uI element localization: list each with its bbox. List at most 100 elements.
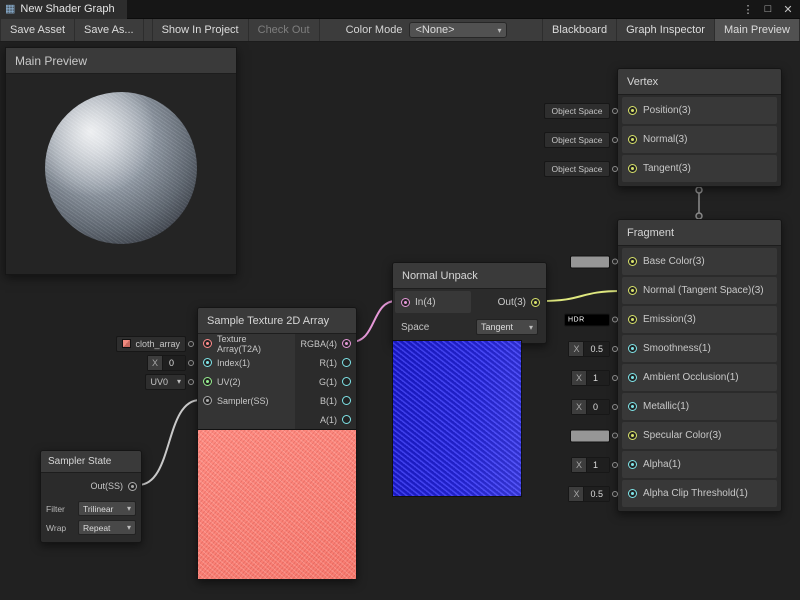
- smoothness-port[interactable]: [628, 344, 637, 353]
- a-row: A(1): [295, 410, 356, 429]
- check-out-button[interactable]: Check Out: [249, 19, 320, 41]
- fragment-row-alpha: Alpha(1) X1: [622, 451, 777, 478]
- emission-label: Emission(3): [643, 314, 696, 325]
- normal-port[interactable]: [628, 135, 637, 144]
- sample-texture-node-title[interactable]: Sample Texture 2D Array: [198, 308, 356, 334]
- fragment-node-title[interactable]: Fragment: [618, 220, 781, 246]
- chevron-down-icon: ▾: [177, 377, 181, 386]
- emission-hdr-swatch[interactable]: HDR: [564, 313, 610, 326]
- texture-array-object-field[interactable]: cloth_array: [116, 336, 186, 352]
- window-title: New Shader Graph: [20, 3, 114, 15]
- sample-texture-body: Texture Array(T2A) cloth_array Index(1) …: [198, 334, 356, 429]
- index-port[interactable]: [203, 358, 212, 367]
- shader-graph-icon: ▦: [5, 4, 15, 15]
- r-port[interactable]: [342, 358, 351, 367]
- ambient-occlusion-label: Ambient Occlusion(1): [643, 372, 739, 383]
- save-asset-button[interactable]: Save Asset: [0, 19, 75, 41]
- chevron-down-icon: ▾: [497, 26, 501, 35]
- texture-array-row: Texture Array(T2A) cloth_array: [198, 334, 295, 353]
- edge-normal-unpack-out-to-fragment-normal[interactable]: [541, 291, 622, 301]
- save-as-button[interactable]: Save As...: [75, 19, 144, 41]
- fragment-row-normal: Normal (Tangent Space)(3): [622, 277, 777, 304]
- rgba-port[interactable]: [342, 339, 351, 348]
- sample-texture-outputs: RGBA(4) R(1) G(1) B(1) A(1): [295, 334, 356, 429]
- normal-unpack-in-label: In(4): [415, 297, 436, 308]
- sampler-state-out-port[interactable]: [128, 482, 137, 491]
- main-preview-toggle-button[interactable]: Main Preview: [715, 19, 800, 41]
- space-dropdown[interactable]: Tangent ▾: [476, 319, 538, 335]
- filter-row: Filter Trilinear ▾: [41, 499, 141, 518]
- node-normal-unpack[interactable]: Normal Unpack In(4) Out(3) Space Tangent…: [392, 262, 547, 344]
- uv-port[interactable]: [203, 377, 212, 386]
- fragment-row-specular-color: Specular Color(3): [622, 422, 777, 449]
- sample-texture-inputs: Texture Array(T2A) cloth_array Index(1) …: [198, 334, 295, 429]
- titlebar: ▦ New Shader Graph ⋮ □ ✕: [0, 0, 800, 19]
- normal-unpack-in-row: In(4): [395, 291, 471, 313]
- fragment-normal-port[interactable]: [628, 286, 637, 295]
- emission-port[interactable]: [628, 315, 637, 324]
- alpha-clip-threshold-port[interactable]: [628, 489, 637, 498]
- sampler-state-node-title[interactable]: Sampler State: [41, 451, 141, 473]
- g-port[interactable]: [342, 377, 351, 386]
- ambient-occlusion-input[interactable]: X1: [571, 370, 610, 386]
- metallic-port[interactable]: [628, 402, 637, 411]
- specular-color-port[interactable]: [628, 431, 637, 440]
- b-port[interactable]: [342, 396, 351, 405]
- blackboard-toggle-button[interactable]: Blackboard: [542, 19, 617, 41]
- wrap-dropdown[interactable]: Repeat ▾: [78, 520, 136, 535]
- fragment-row-base-color: Base Color(3): [622, 248, 777, 275]
- node-sample-texture-2d-array[interactable]: Sample Texture 2D Array Texture Array(T2…: [197, 307, 357, 580]
- base-color-port[interactable]: [628, 257, 637, 266]
- alpha-port[interactable]: [628, 460, 637, 469]
- alpha-input[interactable]: X1: [571, 457, 610, 473]
- position-space-dropdown[interactable]: Object Space: [544, 103, 610, 119]
- maximize-icon[interactable]: □: [760, 3, 776, 15]
- wrap-label: Wrap: [46, 523, 66, 533]
- spacer-row: [198, 410, 295, 429]
- base-color-swatch[interactable]: [570, 255, 610, 268]
- main-preview-panel: Main Preview: [5, 47, 237, 275]
- a-port[interactable]: [342, 415, 351, 424]
- smoothness-input[interactable]: X0.5: [568, 341, 610, 357]
- normal-unpack-out-port[interactable]: [531, 298, 540, 307]
- main-preview-title[interactable]: Main Preview: [6, 48, 236, 74]
- chevron-down-icon: ▾: [127, 523, 131, 532]
- menu-icon[interactable]: ⋮: [740, 3, 756, 16]
- close-icon[interactable]: ✕: [780, 3, 796, 16]
- tangent-space-dropdown[interactable]: Object Space: [544, 161, 610, 177]
- tangent-port[interactable]: [628, 164, 637, 173]
- edge-samplerstate-out-to-sampler[interactable]: [138, 400, 200, 485]
- window-tab[interactable]: ▦ New Shader Graph: [0, 0, 127, 19]
- texture-array-port[interactable]: [203, 339, 212, 348]
- specular-color-swatch[interactable]: [570, 429, 610, 442]
- vertex-node-title[interactable]: Vertex: [618, 69, 781, 95]
- ambient-occlusion-port[interactable]: [628, 373, 637, 382]
- position-port[interactable]: [628, 106, 637, 115]
- vertex-row-position: Position(3) Object Space: [622, 97, 777, 124]
- color-mode-dropdown[interactable]: <None> ▾: [409, 22, 507, 38]
- filter-label: Filter: [46, 504, 65, 514]
- toolbar-right-group: Blackboard Graph Inspector Main Preview: [542, 19, 800, 41]
- metallic-input[interactable]: X0: [571, 399, 610, 415]
- b-label: B(1): [320, 396, 337, 406]
- a-label: A(1): [320, 415, 337, 425]
- edge-rgba-to-normal-unpack-in[interactable]: [351, 301, 396, 342]
- alpha-clip-threshold-input[interactable]: X0.5: [568, 486, 610, 502]
- normal-unpack-in-port[interactable]: [401, 298, 410, 307]
- fragment-row-ambient-occlusion: Ambient Occlusion(1) X1: [622, 364, 777, 391]
- normal-space-dropdown[interactable]: Object Space: [544, 132, 610, 148]
- graph-inspector-toggle-button[interactable]: Graph Inspector: [617, 19, 715, 41]
- index-input[interactable]: X0: [147, 355, 186, 371]
- node-vertex[interactable]: Vertex Position(3) Object Space Normal(3…: [617, 68, 782, 187]
- show-in-project-button[interactable]: Show In Project: [152, 19, 249, 41]
- normal-unpack-node-title[interactable]: Normal Unpack: [393, 263, 546, 289]
- uv-channel-dropdown[interactable]: UV0 ▾: [145, 374, 186, 390]
- normal-port-label: Normal(3): [643, 134, 687, 145]
- filter-dropdown[interactable]: Trilinear ▾: [78, 501, 136, 516]
- main-preview-body: [6, 74, 236, 274]
- node-fragment[interactable]: Fragment Base Color(3) Normal (Tangent S…: [617, 219, 782, 512]
- fragment-row-smoothness: Smoothness(1) X0.5: [622, 335, 777, 362]
- sampler-label: Sampler(SS): [217, 396, 269, 406]
- sampler-port[interactable]: [203, 396, 212, 405]
- node-sampler-state[interactable]: Sampler State Out(SS) Filter Trilinear ▾…: [40, 450, 142, 543]
